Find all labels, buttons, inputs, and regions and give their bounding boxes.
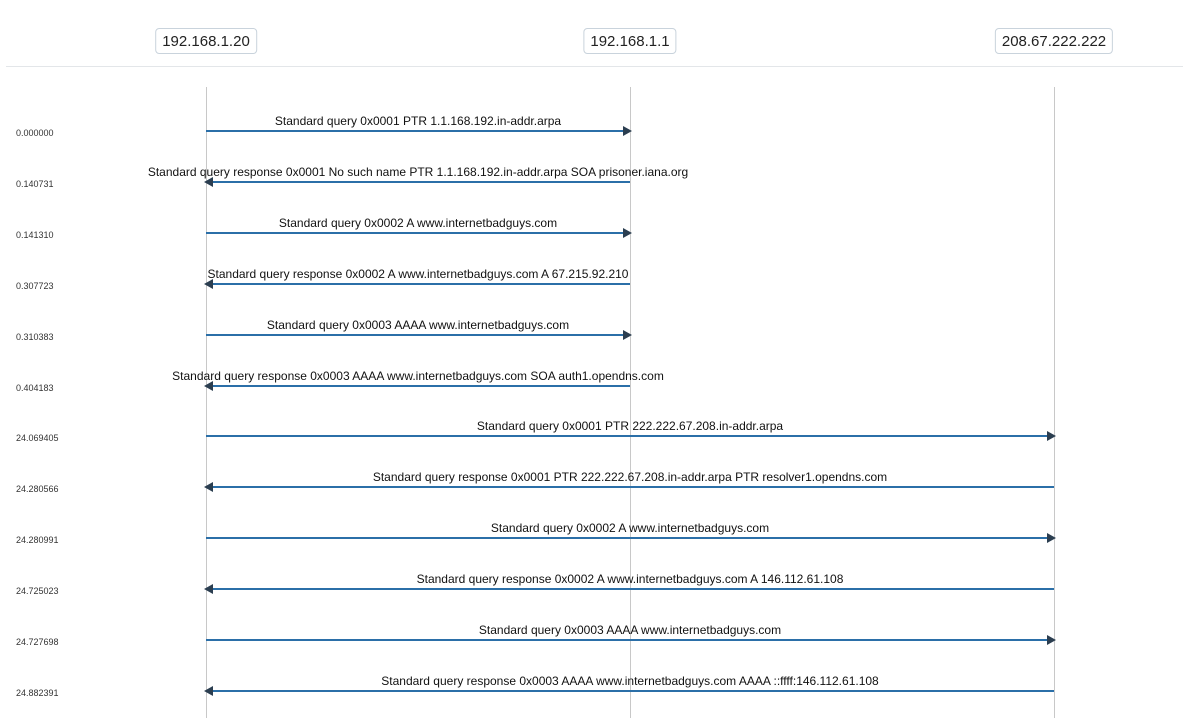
message-line (206, 181, 630, 183)
message-line (206, 435, 1054, 437)
sequence-diagram: 192.168.1.20 192.168.1.1 208.67.222.222 … (0, 0, 1189, 718)
arrowhead-icon (204, 584, 213, 594)
timestamp: 0.000000 (16, 128, 54, 138)
message-label: Standard query response 0x0002 A www.int… (416, 572, 844, 586)
message-label: Standard query 0x0003 AAAA www.internetb… (478, 623, 782, 637)
message-label: Standard query response 0x0001 PTR 222.2… (372, 470, 888, 484)
message-label: Standard query 0x0002 A www.internetbadg… (490, 521, 770, 535)
message-line (206, 385, 630, 387)
timestamp: 24.280566 (16, 484, 59, 494)
message-line (206, 639, 1054, 641)
arrowhead-icon (1047, 635, 1056, 645)
message-line (206, 283, 630, 285)
message-label: Standard query response 0x0003 AAAA www.… (172, 369, 664, 383)
message-label: Standard query 0x0001 PTR 222.222.67.208… (476, 419, 784, 433)
arrowhead-icon (204, 482, 213, 492)
arrowhead-icon (204, 686, 213, 696)
lifeline-2 (1053, 87, 1055, 718)
timestamp: 24.725023 (16, 586, 59, 596)
message-line (206, 588, 1054, 590)
timestamp: 24.882391 (16, 688, 59, 698)
message-line (206, 334, 630, 336)
host-label-1: 192.168.1.1 (583, 28, 677, 54)
arrowhead-icon (623, 330, 632, 340)
arrowhead-icon (623, 126, 632, 136)
message-line (206, 690, 1054, 692)
arrowhead-icon (1047, 431, 1056, 441)
timestamp: 0.141310 (16, 230, 54, 240)
message-label: Standard query 0x0002 A www.internetbadg… (278, 216, 558, 230)
message-line (206, 232, 630, 234)
timestamp: 0.310383 (16, 332, 54, 342)
message-label: Standard query response 0x0002 A www.int… (207, 267, 629, 281)
message-label: Standard query response 0x0003 AAAA www.… (381, 674, 879, 688)
host-label-2: 208.67.222.222 (994, 28, 1114, 54)
message-label: Standard query 0x0003 AAAA www.internetb… (266, 318, 570, 332)
timestamp: 24.069405 (16, 433, 59, 443)
timestamp: 0.404183 (16, 383, 54, 393)
message-line (206, 130, 630, 132)
timestamp: 24.280991 (16, 535, 59, 545)
timestamp: 0.140731 (16, 179, 54, 189)
arrowhead-icon (623, 228, 632, 238)
host-label-0: 192.168.1.20 (155, 28, 257, 54)
message-line (206, 537, 1054, 539)
timestamp: 24.727698 (16, 637, 59, 647)
header-divider (6, 66, 1183, 67)
message-label: Standard query 0x0001 PTR 1.1.168.192.in… (274, 114, 562, 128)
message-label: Standard query response 0x0001 No such n… (147, 165, 689, 179)
message-line (206, 486, 1054, 488)
timestamp: 0.307723 (16, 281, 54, 291)
arrowhead-icon (1047, 533, 1056, 543)
